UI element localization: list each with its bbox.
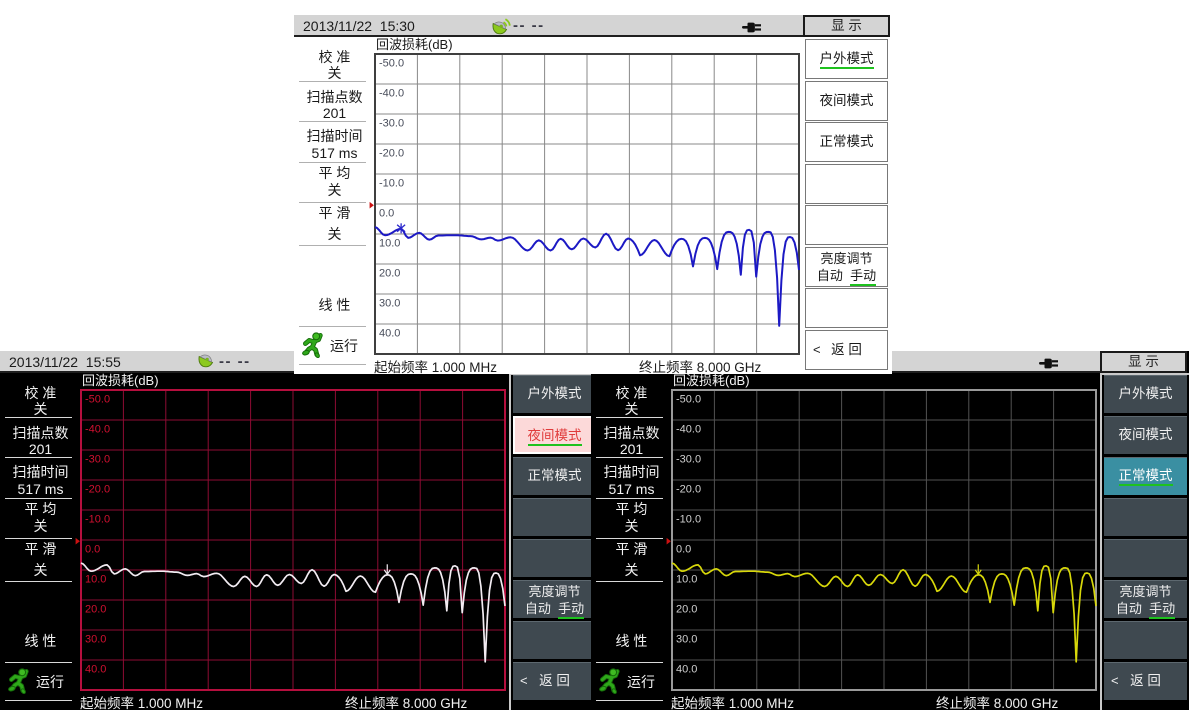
svg-text:-50.0: -50.0: [379, 58, 404, 70]
svg-text:-40.0: -40.0: [676, 424, 701, 436]
svg-text:-30.0: -30.0: [676, 454, 701, 466]
svg-text:-20.0: -20.0: [85, 484, 110, 496]
svg-text:40.0: 40.0: [676, 664, 697, 676]
svg-text:20.0: 20.0: [379, 268, 400, 280]
svg-text:-10.0: -10.0: [676, 514, 701, 526]
svg-text:40.0: 40.0: [379, 328, 400, 340]
svg-text:-30.0: -30.0: [85, 454, 110, 466]
svg-text:-20.0: -20.0: [676, 484, 701, 496]
svg-text:20.0: 20.0: [85, 604, 106, 616]
svg-text:10.0: 10.0: [676, 574, 697, 586]
svg-text:-30.0: -30.0: [379, 118, 404, 130]
svg-text:30.0: 30.0: [85, 634, 106, 646]
svg-text:0.0: 0.0: [676, 544, 691, 556]
svg-text:-40.0: -40.0: [379, 88, 404, 100]
svg-text:-20.0: -20.0: [379, 148, 404, 160]
svg-text:-50.0: -50.0: [85, 394, 110, 406]
svg-text:-50.0: -50.0: [676, 394, 701, 406]
svg-text:-10.0: -10.0: [85, 514, 110, 526]
svg-text:0.0: 0.0: [379, 208, 394, 220]
svg-text:10.0: 10.0: [85, 574, 106, 586]
svg-text:30.0: 30.0: [676, 634, 697, 646]
svg-text:0.0: 0.0: [85, 544, 100, 556]
svg-text:20.0: 20.0: [676, 604, 697, 616]
svg-text:30.0: 30.0: [379, 298, 400, 310]
svg-text:-10.0: -10.0: [379, 178, 404, 190]
svg-text:10.0: 10.0: [379, 238, 400, 250]
svg-text:40.0: 40.0: [85, 664, 106, 676]
svg-text:-40.0: -40.0: [85, 424, 110, 436]
